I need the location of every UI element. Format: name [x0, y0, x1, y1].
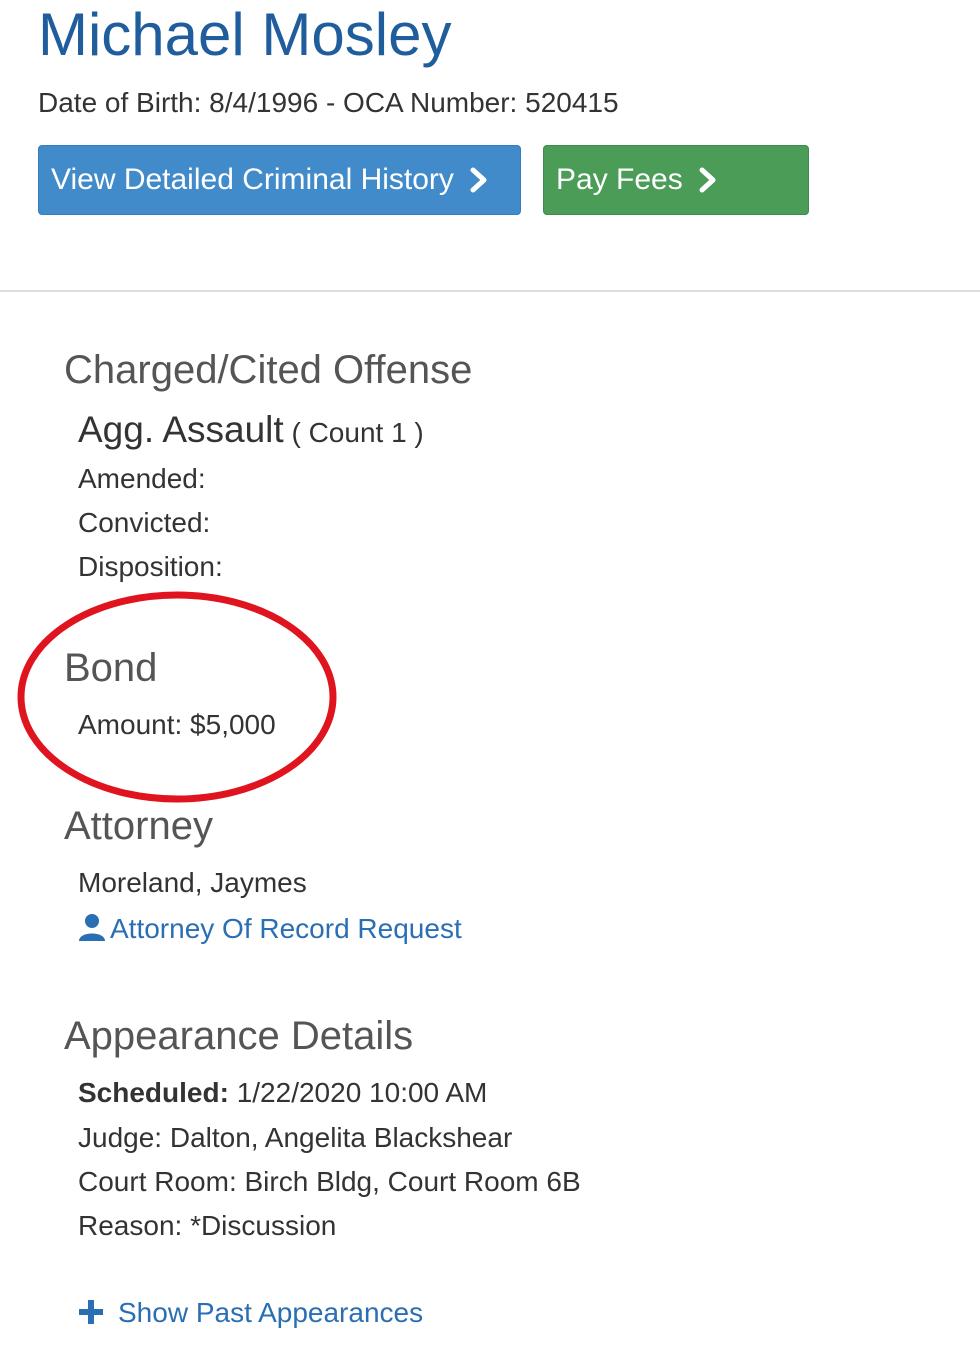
offense-line: Agg. Assault ( Count 1 ) [78, 408, 424, 452]
view-criminal-history-label: View Detailed Criminal History [51, 163, 454, 196]
chevron-right-icon [468, 167, 490, 193]
pay-fees-button[interactable]: Pay Fees [543, 145, 809, 215]
person-name: Michael Mosley [38, 1, 452, 68]
user-icon [78, 913, 106, 949]
bond-section-title: Bond [64, 646, 158, 690]
amended-label: Amended: [78, 463, 206, 494]
case-detail-page: Michael Mosley Date of Birth: 8/4/1996 -… [0, 0, 980, 1372]
show-past-appearances-link[interactable]: Show Past Appearances [78, 1296, 423, 1333]
disposition-label: Disposition: [78, 551, 223, 582]
offense-section-title: Charged/Cited Offense [64, 348, 473, 392]
offense-count: ( Count 1 ) [291, 417, 424, 448]
attorney-request-label: Attorney Of Record Request [110, 913, 462, 944]
divider [0, 290, 980, 292]
scheduled-line: Scheduled: 1/22/2020 10:00 AM [78, 1076, 487, 1110]
show-past-appearances-label: Show Past Appearances [118, 1297, 424, 1328]
highlight-circle [17, 591, 337, 803]
attorney-of-record-request-link[interactable]: Attorney Of Record Request [78, 912, 462, 949]
view-criminal-history-button[interactable]: View Detailed Criminal History [38, 145, 521, 215]
court-room-line: Court Room: Birch Bldg, Court Room 6B [78, 1166, 581, 1197]
appearance-section-title: Appearance Details [64, 1014, 414, 1058]
pay-fees-label: Pay Fees [556, 163, 683, 196]
scheduled-label: Scheduled: [78, 1077, 229, 1108]
bond-amount: Amount: $5,000 [78, 709, 276, 740]
person-subline: Date of Birth: 8/4/1996 - OCA Number: 52… [38, 87, 619, 118]
scheduled-value: 1/22/2020 10:00 AM [236, 1077, 488, 1108]
judge-line: Judge: Dalton, Angelita Blackshear [78, 1122, 513, 1153]
chevron-right-icon [697, 167, 719, 193]
attorney-name: Moreland, Jaymes [78, 867, 307, 898]
plus-icon [78, 1299, 104, 1333]
convicted-label: Convicted: [78, 507, 211, 538]
attorney-section-title: Attorney [64, 804, 213, 848]
reason-line: Reason: *Discussion [78, 1210, 337, 1241]
offense-name: Agg. Assault [78, 409, 284, 450]
